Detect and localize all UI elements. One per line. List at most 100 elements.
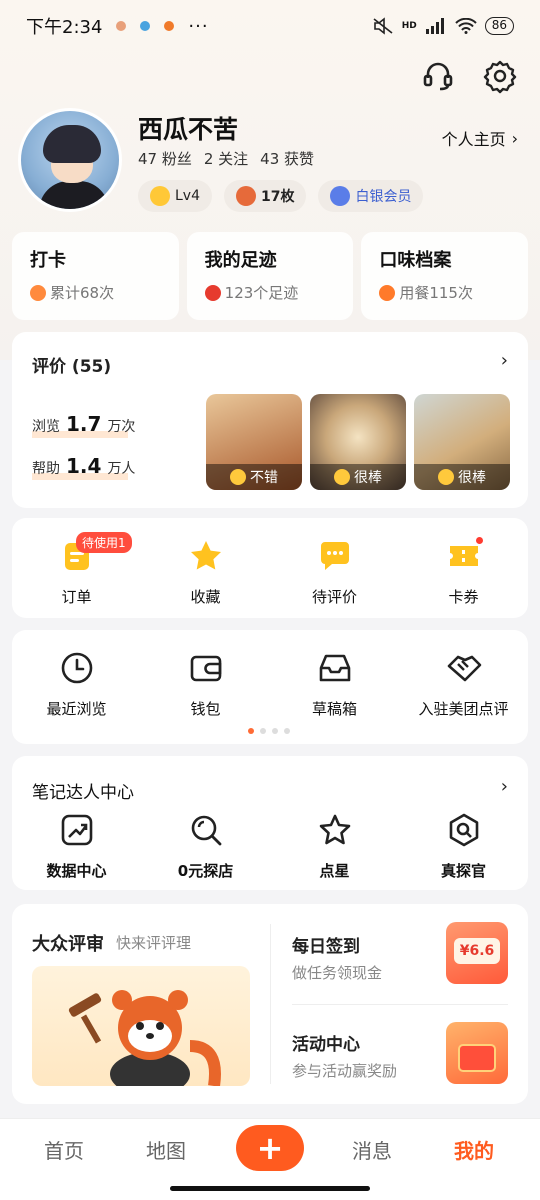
page-dot (272, 728, 278, 734)
review-photo[interactable]: 很棒 (414, 394, 510, 490)
follows-count[interactable]: 2 关注 (204, 148, 248, 169)
checkin-title: 打卡 (30, 250, 66, 271)
customer-service-icon[interactable] (420, 58, 456, 94)
profile-stats: 47 粉丝 2 关注 43 获赞 (138, 148, 314, 169)
reward-amount: ¥6.6 (454, 938, 500, 964)
chevron-right-icon[interactable]: › (501, 776, 508, 797)
red-envelope-icon[interactable]: ¥6.6 (446, 922, 508, 984)
divider (270, 924, 271, 1084)
checkin-card[interactable]: 打卡 累计68次 (12, 232, 179, 320)
daily-checkin-subtitle: 做任务领现金 (292, 964, 383, 982)
daily-checkin-title[interactable]: 每日签到 (292, 932, 360, 957)
profile-section: 西瓜不苦 47 粉丝 2 关注 43 获赞 个人主页 › Lv4 17枚 白银会… (18, 108, 528, 218)
activity-center-subtitle: 参与活动赢奖励 (292, 1062, 398, 1080)
data-center-entry[interactable]: 数据中心 (12, 812, 141, 881)
ticket-icon (446, 536, 484, 574)
crown-icon (150, 186, 170, 206)
quick-cards: 打卡 累计68次 我的足迹 123个足迹 口味档案 用餐115次 (12, 232, 529, 320)
wallet-label: 钱包 (190, 700, 221, 718)
coupons-entry[interactable]: 卡券 (399, 536, 528, 607)
create-plus-button[interactable]: + (236, 1125, 304, 1171)
real-explorer-entry[interactable]: 真探官 (399, 812, 528, 881)
public-review-subtitle: 快来评评理 (116, 934, 192, 952)
taste-profile-sub: 用餐115次 (399, 284, 473, 302)
rating-label: 很棒 (458, 470, 486, 486)
public-review-title[interactable]: 大众评审 (32, 930, 104, 956)
gift-box-body (458, 1044, 496, 1072)
coupons-label: 卡券 (448, 588, 479, 606)
medal-icon (236, 186, 256, 206)
free-explore-label: 0元探店 (177, 862, 234, 880)
badge-row: Lv4 17枚 白银会员 (138, 180, 424, 212)
star-icon (188, 538, 224, 574)
avatar-hair (43, 125, 101, 163)
status-bar: 下午2:34 ··· HD 86 (0, 0, 540, 52)
home-indicator (170, 1186, 370, 1191)
notes-grid: 数据中心 0元探店 点星 真探官 (12, 812, 528, 881)
tab-home[interactable]: 首页 (44, 1135, 84, 1164)
membership-badge[interactable]: 白银会员 (318, 180, 424, 212)
wallet-entry[interactable]: 钱包 (141, 650, 270, 719)
red-panda-judge-illustration[interactable] (32, 966, 250, 1086)
smile-emoji-icon (230, 469, 246, 485)
avatar[interactable] (18, 108, 122, 212)
dish-cover-icon (379, 284, 396, 301)
reviews-card[interactable]: 评价 (55) › 浏览 1.7 万次 帮助 1.4 万人 不错 很棒 很棒 (12, 332, 528, 508)
star-eyes-emoji-icon (438, 469, 454, 485)
pending-use-badge: 待使用1 (76, 532, 132, 553)
membership-icon (330, 186, 351, 206)
battery-indicator: 86 (484, 17, 514, 35)
fans-count[interactable]: 47 粉丝 (138, 148, 192, 169)
review-photo[interactable]: 不错 (206, 394, 302, 490)
tab-mine[interactable]: 我的 (454, 1135, 494, 1164)
notes-center-title[interactable]: 笔记达人中心 (32, 778, 134, 803)
star-pick-entry[interactable]: 点星 (270, 812, 399, 881)
helped-stat: 帮助 1.4 万人 (32, 454, 135, 480)
views-value: 1.7 (66, 412, 102, 436)
page-indicator (248, 728, 290, 734)
photo-rating: 不错 (206, 464, 302, 490)
drafts-entry[interactable]: 草稿箱 (270, 650, 399, 719)
review-photo[interactable]: 很棒 (310, 394, 406, 490)
gift-box-icon[interactable] (446, 1022, 508, 1084)
page-dot (284, 728, 290, 734)
medal-badge[interactable]: 17枚 (224, 180, 307, 212)
flag-icon (204, 284, 221, 301)
order-entry[interactable]: 待使用1 订单 (12, 532, 141, 607)
level-badge[interactable]: Lv4 (138, 180, 212, 212)
page-dot (260, 728, 266, 734)
star-outline-icon (317, 812, 353, 848)
footprint-card[interactable]: 我的足迹 123个足迹 (186, 232, 354, 320)
tools-grid: 最近浏览 钱包 草稿箱 入驻美团点评 (12, 650, 528, 719)
likes-count[interactable]: 43 获赞 (260, 148, 314, 169)
top-actions (420, 58, 518, 94)
to-review-entry[interactable]: 待评价 (270, 538, 399, 607)
join-merchant-entry[interactable]: 入驻美团点评 (399, 650, 528, 719)
username[interactable]: 西瓜不苦 (138, 110, 238, 146)
settings-gear-icon[interactable] (482, 58, 518, 94)
drafts-label: 草稿箱 (311, 700, 357, 718)
homepage-link[interactable]: 个人主页 › (442, 126, 518, 150)
footprint-sub: 123个足迹 (224, 284, 299, 302)
tools-card: 最近浏览 钱包 草稿箱 入驻美团点评 (12, 630, 528, 744)
tab-messages[interactable]: 消息 (352, 1135, 392, 1164)
medal-label: 17枚 (261, 189, 295, 205)
search-icon (188, 812, 224, 848)
favorites-entry[interactable]: 收藏 (141, 538, 270, 607)
location-pin-icon (30, 284, 46, 301)
notes-center-card: 笔记达人中心 › 数据中心 0元探店 点星 真探官 (12, 756, 528, 890)
inbox-icon (317, 650, 353, 686)
rating-label: 不错 (250, 470, 278, 486)
checkin-sub: 累计68次 (50, 284, 115, 302)
join-merchant-label: 入驻美团点评 (418, 700, 509, 718)
rating-label: 很棒 (354, 470, 382, 486)
taste-profile-card[interactable]: 口味档案 用餐115次 (361, 232, 529, 320)
signal-icon (425, 18, 444, 34)
activity-center-title[interactable]: 活动中心 (292, 1030, 360, 1055)
recent-browse-entry[interactable]: 最近浏览 (12, 650, 141, 719)
tab-map[interactable]: 地图 (146, 1135, 186, 1164)
free-explore-entry[interactable]: 0元探店 (141, 812, 270, 881)
footprint-title: 我的足迹 (204, 250, 277, 271)
handshake-icon (446, 650, 482, 686)
helped-value: 1.4 (66, 454, 102, 478)
